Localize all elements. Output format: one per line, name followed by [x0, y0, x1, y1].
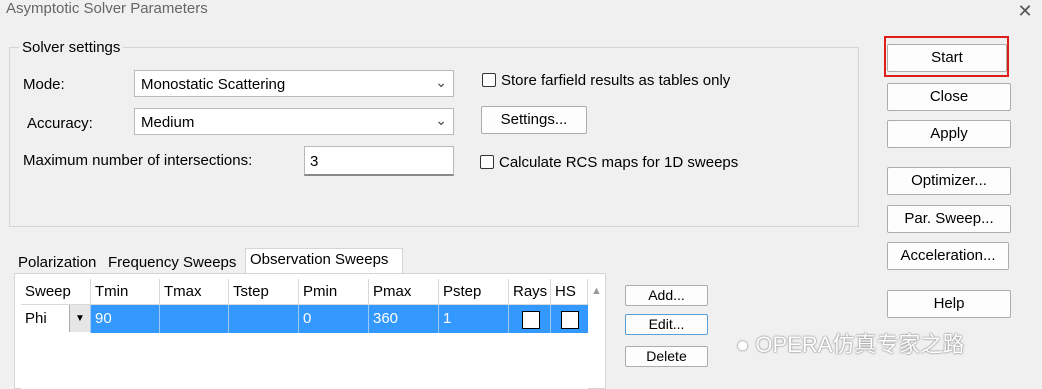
pmax-cell[interactable]: 360	[369, 305, 439, 333]
rcs-maps-label: Calculate RCS maps for 1D sweeps	[499, 154, 739, 171]
sweep-cell-value: Phi	[25, 310, 47, 327]
chevron-down-icon: ⌄	[435, 74, 447, 90]
help-button[interactable]: Help	[887, 290, 1011, 318]
delete-button[interactable]: Delete	[625, 346, 708, 367]
column-header-sweep[interactable]: Sweep	[21, 279, 91, 305]
column-header-hs[interactable]: HS	[551, 279, 588, 305]
dropdown-arrow-icon[interactable]: ▼	[69, 305, 90, 332]
column-header-tmax[interactable]: Tmax	[160, 279, 229, 305]
column-header-pmin[interactable]: Pmin	[299, 279, 369, 305]
column-header-pmax[interactable]: Pmax	[369, 279, 439, 305]
store-farfield-label: Store farfield results as tables only	[501, 72, 731, 89]
chevron-down-icon: ⌄	[435, 112, 447, 128]
column-header-pstep[interactable]: Pstep	[439, 279, 509, 305]
tab-observation-sweeps[interactable]: Observation Sweeps	[245, 248, 403, 274]
column-header-tstep[interactable]: Tstep	[229, 279, 299, 305]
watermark: ● OPERA仿真专家之路	[736, 327, 964, 359]
accuracy-select-value: Medium	[141, 114, 195, 131]
acceleration-button[interactable]: Acceleration...	[887, 242, 1009, 270]
hs-checkbox[interactable]	[561, 311, 579, 329]
start-button[interactable]: Start	[887, 44, 1007, 72]
edit-button[interactable]: Edit...	[625, 314, 708, 335]
rcs-maps-checkbox[interactable]	[480, 155, 494, 169]
settings-button[interactable]: Settings...	[481, 106, 587, 134]
max-intersections-label: Maximum number of intersections:	[23, 152, 253, 169]
accuracy-select[interactable]: Medium ⌄	[134, 108, 454, 135]
mode-select-value: Monostatic Scattering	[141, 76, 286, 93]
table-row[interactable]: Phi ▼ 90 0 360 1	[21, 305, 588, 333]
pstep-cell[interactable]: 1	[439, 305, 509, 333]
watermark-text: OPERA仿真专家之路	[755, 332, 965, 357]
solver-settings-legend: Solver settings	[19, 39, 124, 56]
column-header-rays[interactable]: Rays	[509, 279, 551, 305]
apply-button[interactable]: Apply	[887, 120, 1011, 148]
mode-label: Mode:	[23, 76, 65, 93]
tab-frequency-sweeps[interactable]: Frequency Sweeps	[104, 252, 240, 274]
hs-cell[interactable]	[551, 305, 588, 333]
sweep-cell[interactable]: Phi ▼	[21, 305, 91, 333]
optimizer-button[interactable]: Optimizer...	[887, 167, 1011, 195]
accuracy-label: Accuracy:	[27, 115, 93, 132]
tstep-cell[interactable]	[229, 305, 299, 333]
column-header-tmin[interactable]: Tmin	[91, 279, 160, 305]
par-sweep-button[interactable]: Par. Sweep...	[887, 205, 1011, 233]
rays-cell[interactable]	[509, 305, 551, 333]
tmin-cell[interactable]: 90	[91, 305, 160, 333]
sweeps-grid[interactable]: Sweep Tmin Tmax Tstep Pmin Pmax Pstep Ra…	[21, 279, 588, 389]
wechat-icon: ●	[736, 332, 750, 357]
tmax-cell[interactable]	[160, 305, 229, 333]
store-farfield-checkbox[interactable]	[482, 73, 496, 87]
scroll-up-icon[interactable]: ▲	[591, 285, 602, 297]
rays-checkbox[interactable]	[522, 311, 540, 329]
close-button[interactable]: Close	[887, 83, 1011, 111]
mode-select[interactable]: Monostatic Scattering ⌄	[134, 70, 454, 97]
max-intersections-field[interactable]: 3	[304, 146, 454, 176]
tab-polarization[interactable]: Polarization	[14, 252, 100, 274]
add-button[interactable]: Add...	[625, 285, 708, 306]
pmin-cell[interactable]: 0	[299, 305, 369, 333]
window-title: Asymptotic Solver Parameters	[6, 0, 208, 17]
close-icon[interactable]: ✕	[1014, 0, 1036, 22]
